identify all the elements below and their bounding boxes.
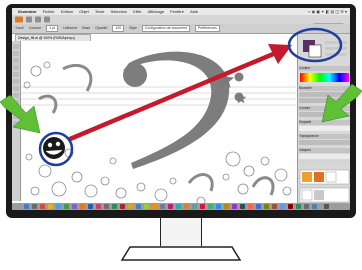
green-arrow-icon [0, 94, 41, 134]
monitor-stand-base [120, 246, 242, 261]
smiley-character-icon [43, 137, 65, 159]
green-arrow-icon [321, 83, 362, 123]
highlight-circle-swatch [287, 27, 343, 63]
red-arrow-icon [67, 44, 292, 142]
monitor-stand-neck [160, 218, 202, 246]
